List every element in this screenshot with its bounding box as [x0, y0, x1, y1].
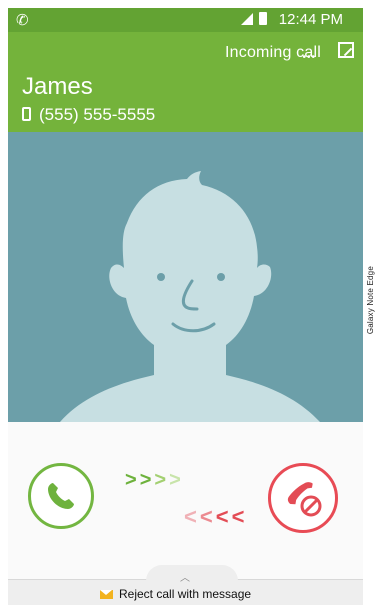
call-header: Incoming call ••• James (555) 555-5555	[8, 32, 363, 132]
pull-up-handle[interactable]	[146, 565, 238, 581]
answer-button[interactable]	[28, 463, 94, 529]
reject-swipe-arrows: <<<<	[184, 504, 248, 529]
end-call-icon	[287, 482, 322, 517]
chevron-up-icon: ︿	[180, 573, 190, 584]
reject-with-message-label: Reject call with message	[119, 587, 252, 601]
reject-button[interactable]	[268, 463, 338, 533]
phone-handset-icon	[48, 483, 74, 509]
incoming-call-screen: ✆ 12:44 PM Incoming call ••• James (555)…	[8, 8, 363, 605]
default-contact-avatar-icon	[60, 171, 320, 422]
reject-with-message-button[interactable]: Reject call with message	[100, 587, 251, 601]
clock: 12:44 PM	[278, 11, 343, 28]
mobile-phone-icon	[22, 107, 31, 121]
answer-swipe-arrows: >>>>	[125, 469, 184, 491]
expand-icon[interactable]	[338, 42, 354, 58]
loading-dots: •••	[302, 52, 316, 63]
status-bar: ✆ 12:44 PM	[8, 8, 363, 32]
caller-photo	[8, 132, 363, 422]
call-actions-area: >>>> <<<<	[8, 422, 363, 579]
caller-name: James	[22, 73, 93, 100]
envelope-icon	[100, 590, 113, 599]
caller-number: (555) 555-5555	[39, 105, 156, 124]
signal-icon	[241, 13, 253, 25]
call-status-icon: ✆	[16, 12, 29, 29]
caller-number-row: (555) 555-5555	[22, 105, 155, 125]
device-label: Galaxy Note Edge	[366, 266, 375, 335]
battery-icon	[259, 12, 267, 25]
